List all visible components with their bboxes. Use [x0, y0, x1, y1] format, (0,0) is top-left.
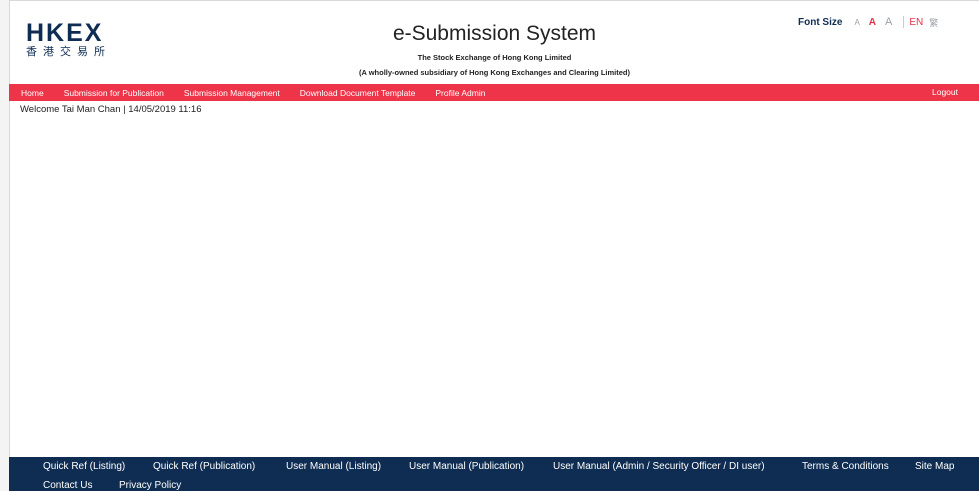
footer: Quick Ref (Listing) Quick Ref (Publicati…: [9, 457, 979, 491]
subtitle-line1: The Stock Exchange of Hong Kong Limited: [417, 53, 572, 62]
nav-submission-management[interactable]: Submission Management: [184, 88, 280, 98]
footer-privacy-policy[interactable]: Privacy Policy: [119, 480, 181, 491]
subtitle-line2: (A wholly-owned subsidiary of Hong Kong …: [359, 68, 630, 77]
nav-profile-admin[interactable]: Profile Admin: [435, 88, 485, 98]
footer-user-manual-listing[interactable]: User Manual (Listing): [286, 461, 381, 472]
nav-download-document-template[interactable]: Download Document Template: [300, 88, 416, 98]
nav-home[interactable]: Home: [21, 88, 44, 98]
footer-site-map[interactable]: Site Map: [915, 461, 954, 472]
utility-bar: Font Size A A A EN 繁: [798, 15, 938, 29]
font-medium-button[interactable]: A: [869, 17, 876, 28]
footer-contact-us[interactable]: Contact Us: [43, 480, 92, 491]
font-size-label: Font Size: [798, 16, 843, 28]
title-block: e-Submission System The Stock Exchange o…: [0, 22, 979, 77]
logout-link[interactable]: Logout: [932, 87, 958, 97]
lang-en-button[interactable]: EN: [909, 17, 923, 28]
footer-user-manual-admin[interactable]: User Manual (Admin / Security Officer / …: [553, 461, 765, 472]
footer-quick-ref-listing[interactable]: Quick Ref (Listing): [43, 461, 125, 472]
footer-terms-conditions[interactable]: Terms & Conditions: [802, 461, 889, 472]
footer-quick-ref-publication[interactable]: Quick Ref (Publication): [153, 461, 255, 472]
main-nav: Home Submission for Publication Submissi…: [9, 84, 979, 101]
footer-user-manual-publication[interactable]: User Manual (Publication): [409, 461, 524, 472]
font-large-button[interactable]: A: [885, 16, 892, 28]
font-small-button[interactable]: A: [854, 18, 859, 27]
divider: [903, 16, 905, 28]
lang-tc-button[interactable]: 繁: [929, 16, 938, 29]
nav-submission-for-publication[interactable]: Submission for Publication: [64, 88, 164, 98]
welcome-text: Welcome Tai Man Chan | 14/05/2019 11:16: [20, 104, 202, 115]
